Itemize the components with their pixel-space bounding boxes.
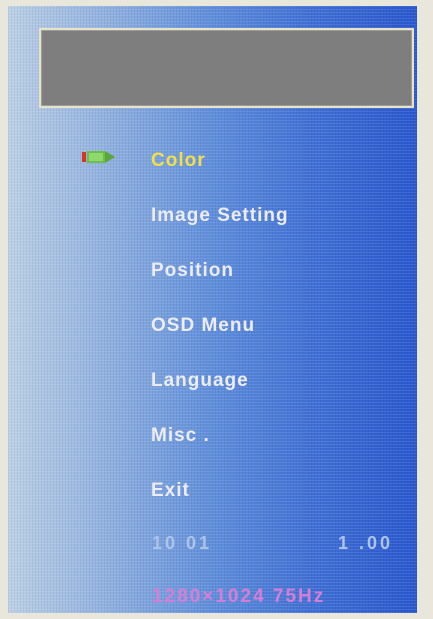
- menu-item-language[interactable]: Language: [151, 370, 249, 392]
- menu-item-color[interactable]: Color: [151, 150, 206, 172]
- version-code: 10 01: [152, 533, 213, 553]
- resolution-status: 1280×1024 75Hz: [152, 586, 326, 607]
- menu-item-exit[interactable]: Exit: [151, 480, 190, 502]
- menu-item-osd-menu[interactable]: OSD Menu: [151, 315, 255, 337]
- osd-panel: Color Image Setting Position OSD Menu La…: [8, 6, 417, 613]
- title-bar: [39, 28, 414, 108]
- selection-arrow-icon: [82, 151, 115, 163]
- menu-item-misc[interactable]: Misc .: [151, 425, 210, 447]
- menu-item-position[interactable]: Position: [151, 260, 234, 282]
- menu-item-image-setting[interactable]: Image Setting: [151, 205, 289, 227]
- firmware-version: 1 .00: [338, 533, 394, 553]
